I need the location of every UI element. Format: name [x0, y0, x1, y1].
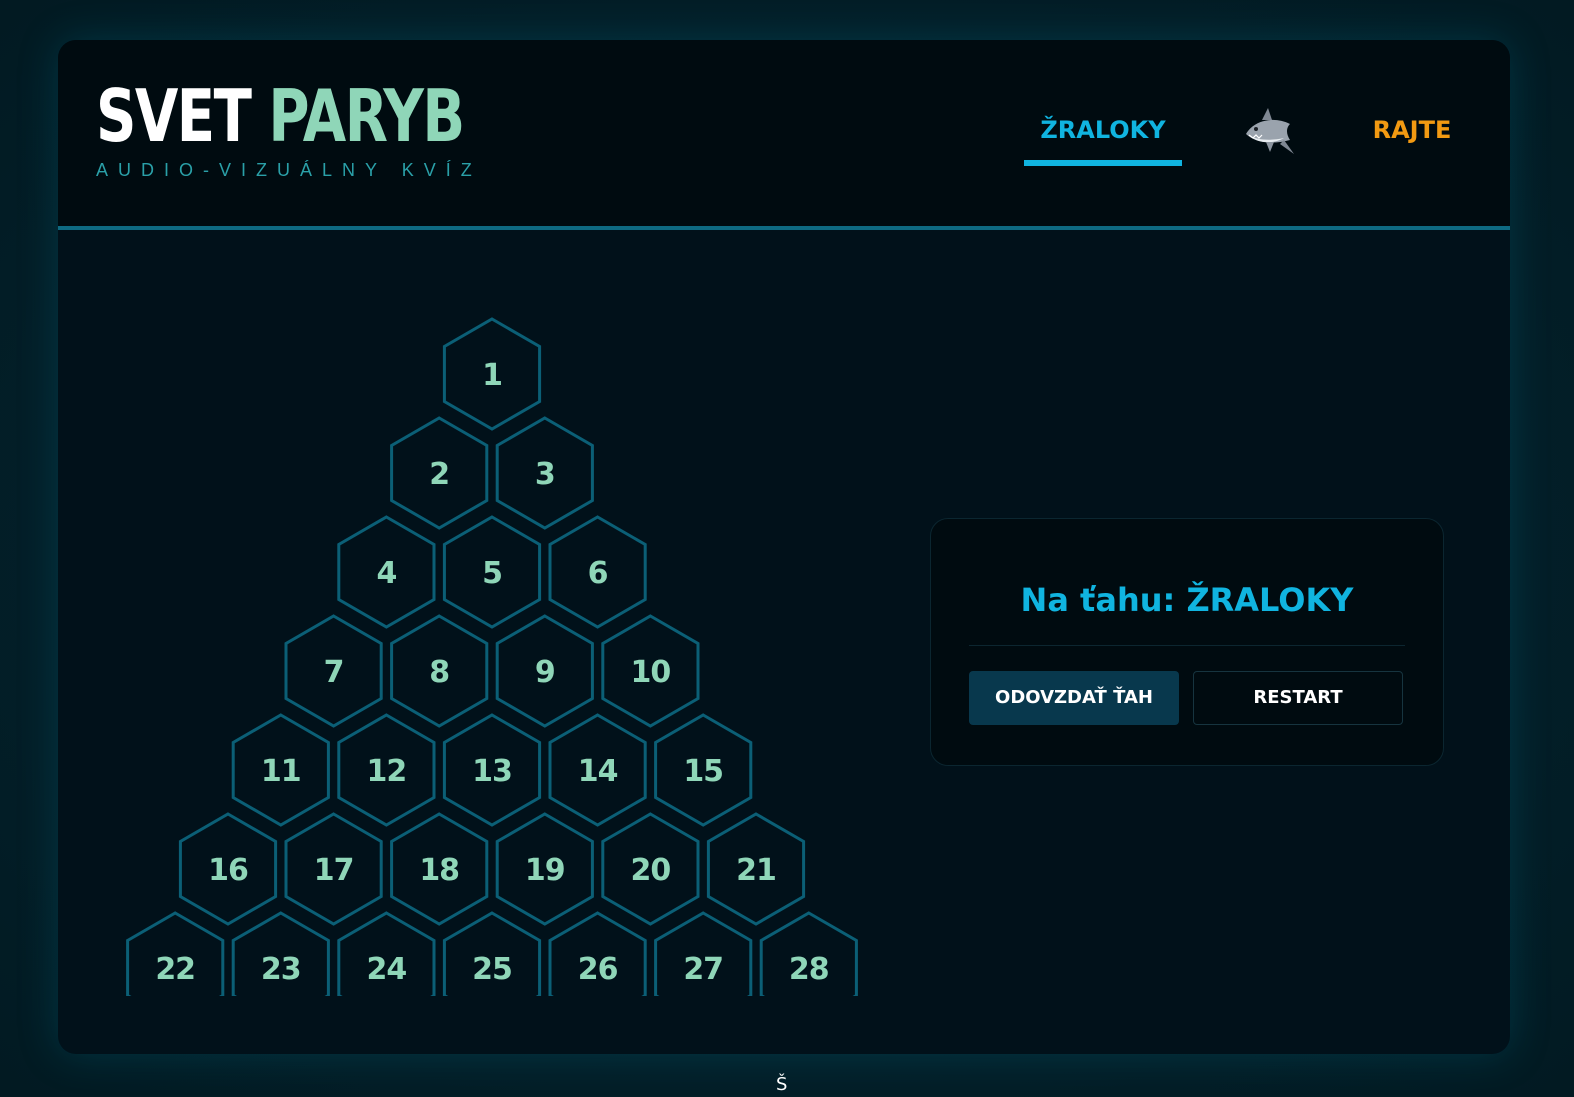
hex-cell-10[interactable]: 10 — [601, 614, 700, 728]
hex-cell-1[interactable]: 1 — [442, 317, 542, 431]
hex-label: 24 — [367, 952, 407, 987]
hex-cell-13[interactable]: 13 — [442, 713, 542, 827]
hex-cell-8[interactable]: 8 — [390, 614, 489, 728]
hex-label: 20 — [631, 853, 671, 888]
brand-title-word2: PARYB — [268, 74, 465, 158]
hex-cell-15[interactable]: 15 — [654, 713, 753, 827]
hex-cell-20[interactable]: 20 — [601, 812, 700, 926]
forfeit-turn-button[interactable]: ODOVZDAŤ ŤAH — [969, 671, 1179, 725]
hex-cell-25[interactable]: 25 — [442, 911, 542, 996]
header: SVET PARYB AUDIO-VIZUÁLNY KVÍZ ŽRALOKY R… — [58, 40, 1510, 230]
hex-cell-11[interactable]: 11 — [231, 713, 330, 827]
brand-title: SVET PARYB — [96, 74, 465, 158]
hex-label: 18 — [419, 853, 459, 888]
hex-cell-3[interactable]: 3 — [495, 416, 594, 530]
hex-cell-7[interactable]: 7 — [284, 614, 383, 728]
hex-label: 26 — [578, 952, 618, 987]
hex-label: 5 — [482, 556, 502, 591]
hex-label: 19 — [525, 853, 565, 888]
hex-cell-19[interactable]: 19 — [495, 812, 594, 926]
game-frame: SVET PARYB AUDIO-VIZUÁLNY KVÍZ ŽRALOKY R… — [58, 40, 1510, 1054]
hex-cell-5[interactable]: 5 — [442, 515, 542, 629]
turn-status-team: ŽRALOKY — [1186, 581, 1354, 619]
hex-label: 6 — [588, 556, 608, 591]
turn-panel: Na ťahu: ŽRALOKY ODOVZDAŤ ŤAH RESTART — [930, 518, 1444, 766]
hex-cell-17[interactable]: 17 — [284, 812, 383, 926]
hex-cell-6[interactable]: 6 — [548, 515, 647, 629]
hex-label: 22 — [155, 952, 195, 987]
turn-status-prefix: Na ťahu: — [1020, 581, 1176, 619]
hex-cell-23[interactable]: 23 — [231, 911, 330, 996]
turn-status: Na ťahu: ŽRALOKY — [931, 581, 1443, 619]
hex-cell-27[interactable]: 27 — [654, 911, 753, 996]
hex-label: 10 — [631, 655, 671, 690]
hex-label: 25 — [472, 952, 512, 987]
hex-cell-2[interactable]: 2 — [390, 416, 489, 530]
hex-label: 28 — [789, 952, 829, 987]
tab-team-sharks[interactable]: ŽRALOKY — [1024, 110, 1182, 166]
hex-label: 15 — [683, 754, 723, 789]
hex-label: 8 — [429, 655, 449, 690]
hex-cell-16[interactable]: 16 — [178, 812, 278, 926]
hex-label: 7 — [324, 655, 344, 690]
hex-board-svg: 12 34 5 67 8 9 1011 12 13 14 1516 17 18 19 20 2122 23 24 2… — [126, 317, 858, 996]
hex-cell-24[interactable]: 24 — [337, 911, 436, 996]
brand: SVET PARYB AUDIO-VIZUÁLNY KVÍZ — [96, 76, 567, 181]
hex-label: 11 — [261, 754, 301, 789]
footer-glyph: Š — [776, 1074, 788, 1095]
hex-label: 4 — [376, 556, 396, 591]
panel-divider — [969, 645, 1405, 646]
hex-label: 2 — [429, 457, 449, 492]
hex-label: 1 — [482, 358, 502, 393]
hex-label: 21 — [736, 853, 776, 888]
shark-icon — [1246, 108, 1294, 154]
hex-cell-22[interactable]: 22 — [126, 911, 225, 996]
tab-team-rays[interactable]: RAJTE — [1352, 110, 1472, 150]
hex-label: 9 — [535, 655, 555, 690]
hex-cell-4[interactable]: 4 — [337, 515, 436, 629]
hex-cell-9[interactable]: 9 — [495, 614, 594, 728]
hex-cell-12[interactable]: 12 — [337, 713, 436, 827]
brand-title-word1: SVET — [96, 74, 252, 158]
hex-label: 27 — [683, 952, 723, 987]
hex-label: 3 — [535, 457, 555, 492]
hex-cell-26[interactable]: 26 — [548, 911, 647, 996]
hex-cell-14[interactable]: 14 — [548, 713, 647, 827]
hex-cell-28[interactable]: 28 — [759, 911, 858, 996]
hex-label: 14 — [578, 754, 618, 789]
restart-button[interactable]: RESTART — [1193, 671, 1403, 725]
hex-label: 17 — [314, 853, 354, 888]
hex-board: 1 2 3 4 5 6 7 8 9 10 11 12 13 14 15 16 17 18 19 20 21 22 23 24 2… — [118, 276, 878, 996]
hex-label: 16 — [208, 853, 248, 888]
hex-label: 12 — [367, 754, 407, 789]
hex-label: 13 — [472, 754, 512, 789]
hex-cell-18[interactable]: 18 — [390, 812, 489, 926]
brand-subtitle: AUDIO-VIZUÁLNY KVÍZ — [96, 160, 482, 180]
hex-label: 23 — [261, 952, 301, 987]
hex-cell-21[interactable]: 21 — [706, 812, 806, 926]
